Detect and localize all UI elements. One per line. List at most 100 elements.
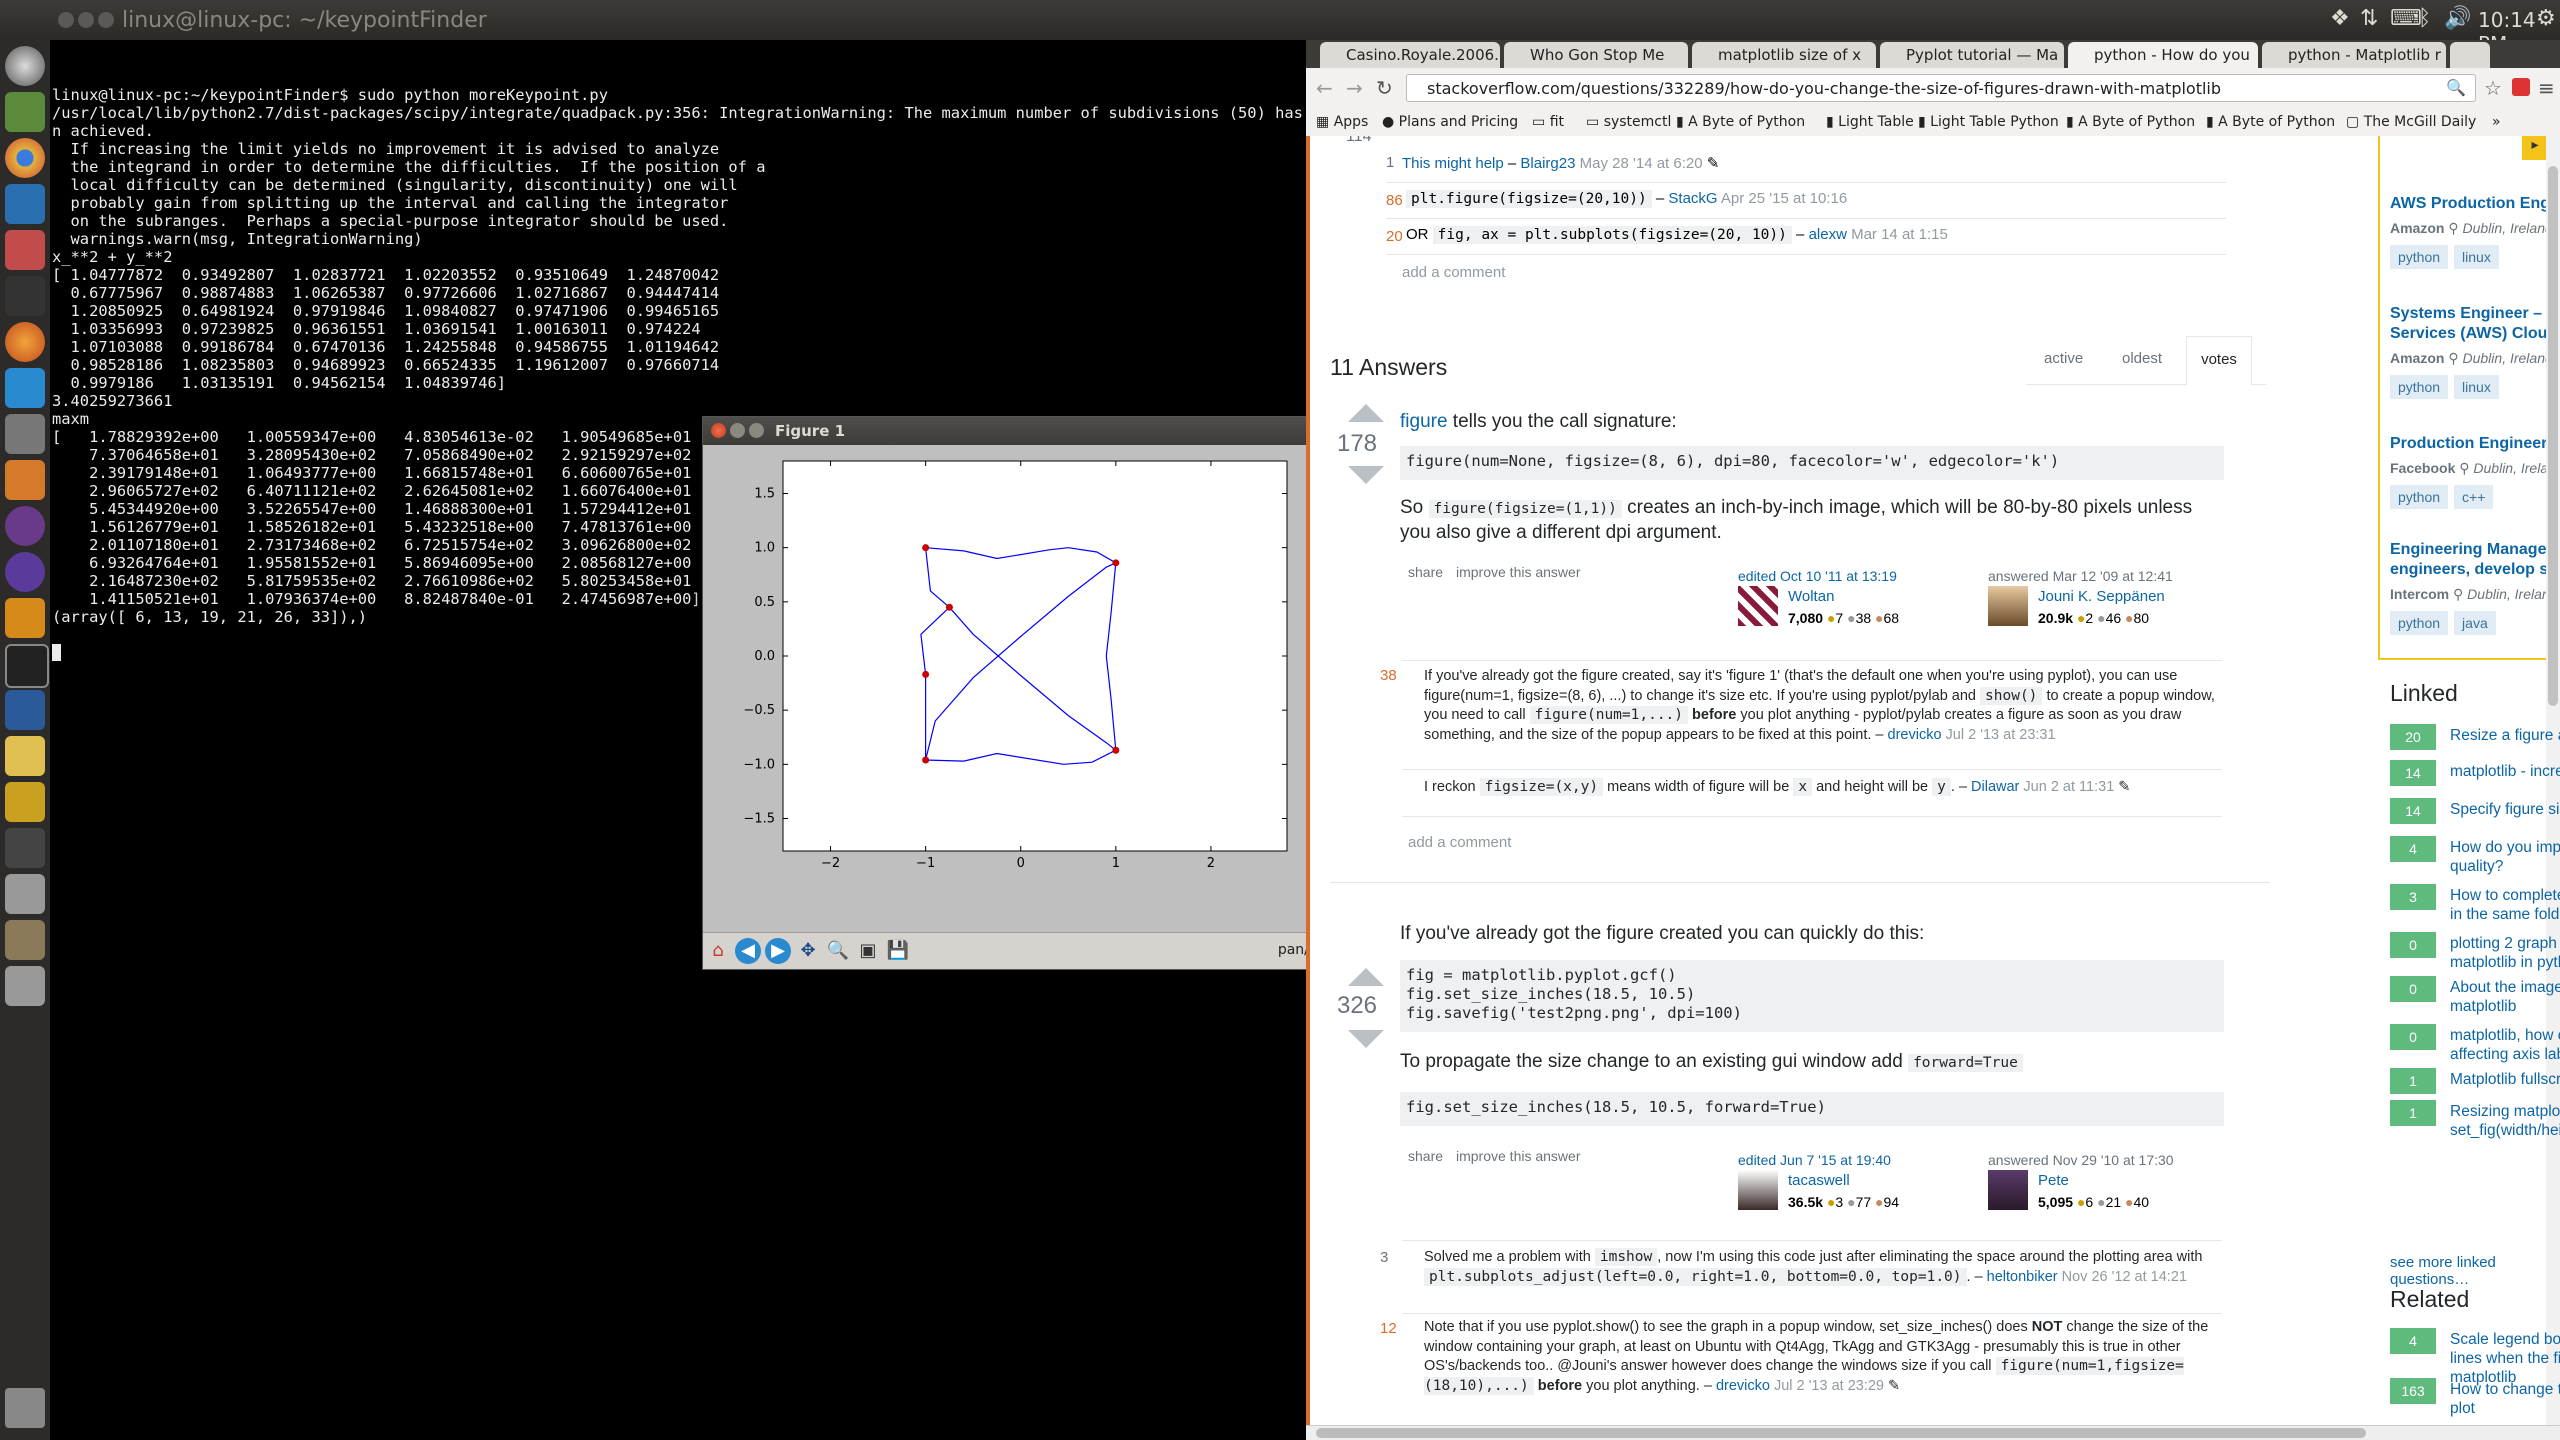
monitor-icon[interactable] bbox=[5, 644, 49, 688]
share-link[interactable]: share bbox=[1408, 564, 1443, 580]
trash-icon[interactable] bbox=[5, 1388, 45, 1428]
avatar[interactable] bbox=[1738, 1170, 1778, 1210]
figure-maximize-button[interactable] bbox=[749, 423, 764, 438]
editor-name[interactable]: Woltan bbox=[1788, 588, 1834, 605]
bookmark-mcgill-daily[interactable]: ▢ The McGill Daily bbox=[2346, 114, 2476, 130]
linked-title[interactable]: How do you improve matplotl quality? bbox=[2450, 838, 2560, 876]
back-button[interactable]: ← bbox=[1316, 76, 1333, 100]
drive-icon[interactable] bbox=[5, 874, 45, 914]
figure-close-button[interactable] bbox=[711, 423, 726, 438]
tab-matplotlib-size[interactable]: matplotlib size of x bbox=[1692, 42, 1876, 68]
linked-title[interactable]: matplotlib, how change plot affecting ax… bbox=[2450, 1026, 2560, 1064]
maximize-window-button[interactable] bbox=[98, 12, 114, 28]
bluetooth-icon[interactable]: ᛒ bbox=[2418, 6, 2431, 31]
improve-answer-link[interactable]: improve this answer bbox=[1456, 1148, 1581, 1164]
forward-icon[interactable]: ▶ bbox=[765, 938, 791, 964]
job-card[interactable]: Engineering Manager - Mentor a engineers… bbox=[2390, 540, 2560, 635]
tab-python-how-do-you[interactable]: python - How do you bbox=[2068, 42, 2258, 68]
pan-icon[interactable]: ✥ bbox=[795, 938, 821, 964]
share-link[interactable]: share bbox=[1408, 1148, 1443, 1164]
job-card[interactable]: Production Engineer Facebook ⚲ Dublin, I… bbox=[2390, 434, 2560, 509]
page-scrollbar[interactable] bbox=[2546, 136, 2560, 1426]
notes-icon[interactable] bbox=[5, 736, 45, 776]
jobs-scroll-icon[interactable]: ▸ bbox=[2522, 136, 2548, 160]
close-window-button[interactable] bbox=[58, 12, 74, 28]
horizontal-scrollbar[interactable] bbox=[1306, 1425, 2560, 1440]
linked-title[interactable]: matplotlib - increase resoluti bbox=[2450, 762, 2560, 781]
linked-title[interactable]: About the image size that ge matplotlib bbox=[2450, 978, 2560, 1016]
tag[interactable]: python bbox=[2390, 485, 2449, 509]
terminal-app-icon[interactable] bbox=[5, 92, 45, 132]
back-icon[interactable]: ◀ bbox=[735, 938, 761, 964]
bookmark-byte-of-python-1[interactable]: ▮ A Byte of Python bbox=[1676, 114, 1805, 130]
app-store-icon[interactable] bbox=[5, 368, 45, 408]
tag[interactable]: python bbox=[2390, 375, 2449, 399]
linked-title[interactable]: Resize a figure automatically bbox=[2450, 726, 2560, 745]
job-card[interactable]: Systems Engineer – Amazon Web Services (… bbox=[2390, 304, 2560, 399]
writer-icon[interactable] bbox=[5, 184, 45, 224]
dash-icon[interactable] bbox=[5, 46, 45, 86]
bookmark-fit[interactable]: ▭ fit bbox=[1532, 114, 1564, 130]
tab-votes[interactable]: votes bbox=[2186, 336, 2252, 385]
downvote-arrow[interactable] bbox=[1348, 1030, 1384, 1048]
app-blue-icon[interactable] bbox=[5, 690, 45, 730]
linked-title[interactable]: Matplotlib fullscreen not worl bbox=[2450, 1070, 2560, 1089]
forward-button[interactable]: → bbox=[1346, 76, 1363, 100]
tag[interactable]: java bbox=[2454, 611, 2496, 635]
save-icon[interactable]: 💾 bbox=[885, 938, 911, 964]
tools-icon[interactable] bbox=[5, 414, 45, 454]
see-more-linked[interactable]: see more linked questions… bbox=[2390, 1254, 2560, 1288]
wave-icon[interactable] bbox=[5, 782, 45, 822]
bookmark-systemctl[interactable]: ▭ systemctl bbox=[1586, 114, 1671, 130]
volume-icon[interactable]: 🔊 bbox=[2444, 6, 2471, 31]
new-tab-button[interactable] bbox=[2450, 42, 2490, 68]
linked-title[interactable]: How to complete this python in the same … bbox=[2450, 886, 2560, 924]
avatar[interactable] bbox=[1738, 586, 1778, 626]
figure-minimize-button[interactable] bbox=[730, 423, 745, 438]
bookmark-light-table-python[interactable]: ▮ Light Table Python bbox=[1918, 114, 2059, 130]
chrome-icon[interactable] bbox=[5, 138, 45, 178]
zoom-icon[interactable]: 🔍 bbox=[825, 938, 851, 964]
app-orange-icon[interactable] bbox=[5, 460, 45, 500]
bookmark-star-icon[interactable]: ☆ bbox=[2484, 76, 2502, 100]
tab-casino[interactable]: Casino.Royale.2006. bbox=[1320, 42, 1500, 68]
editor-name[interactable]: tacaswell bbox=[1788, 1172, 1850, 1189]
bookmark-apps[interactable]: ▦ Apps bbox=[1316, 114, 1368, 130]
job-card[interactable]: AWS Production Engineer Amazon ⚲ Dublin,… bbox=[2390, 194, 2560, 269]
author-name[interactable]: Pete bbox=[2038, 1172, 2069, 1189]
avatar[interactable] bbox=[1988, 1170, 2028, 1210]
figure-window[interactable]: Figure 1 −2 −1 0 1 2 1.5 1.0 0.5 0.0 −0.5 −1.0 −1.5… bbox=[702, 416, 1354, 970]
tab-oldest[interactable]: oldest bbox=[2122, 350, 2162, 367]
linked-title[interactable]: Specify figure size in centime bbox=[2450, 800, 2560, 819]
plot-canvas[interactable]: −2 −1 0 1 2 1.5 1.0 0.5 0.0 −0.5 −1.0 −1.5 bbox=[703, 445, 1353, 933]
horizontal-scrollbar-thumb[interactable] bbox=[1316, 1428, 2366, 1438]
drive2-icon[interactable] bbox=[5, 966, 45, 1006]
stackoverflow-page[interactable]: 114 1 This might help – Blairg23 May 28 … bbox=[1306, 136, 2560, 1426]
tag[interactable]: python bbox=[2390, 245, 2449, 269]
bookmarks-more[interactable]: » bbox=[2492, 114, 2501, 130]
address-bar[interactable]: stackoverflow.com/questions/332289/how-d… bbox=[1406, 74, 2476, 102]
extension-icon[interactable] bbox=[2512, 78, 2530, 96]
configure-icon[interactable]: ▣ bbox=[855, 938, 881, 964]
menu-icon[interactable]: ≡ bbox=[2538, 76, 2555, 100]
bookmark-byte-of-python-3[interactable]: ▮ A Byte of Python bbox=[2206, 114, 2335, 130]
home-icon[interactable]: ⌂ bbox=[705, 938, 731, 964]
tab-pyplot-tutorial[interactable]: Pyplot tutorial — Ma bbox=[1880, 42, 2064, 68]
browser-window[interactable]: Casino.Royale.2006. Who Gon Stop Me matp… bbox=[1306, 40, 2560, 1440]
avatar[interactable] bbox=[1988, 586, 2028, 626]
tab-who-gon-stop-me[interactable]: Who Gon Stop Me bbox=[1504, 42, 1688, 68]
tab-python-matplotlib[interactable]: python - Matplotlib r bbox=[2262, 42, 2446, 68]
screen-icon[interactable] bbox=[5, 828, 45, 868]
steam-icon[interactable] bbox=[5, 276, 45, 316]
app-amber-icon[interactable] bbox=[5, 598, 45, 638]
tag[interactable]: linux bbox=[2454, 375, 2499, 399]
keyboard-icon[interactable]: ⌨ bbox=[2390, 6, 2422, 31]
downvote-arrow[interactable] bbox=[1348, 466, 1384, 484]
linked-title[interactable]: Resizing matplotlib figure wi set_fig(wi… bbox=[2450, 1102, 2560, 1140]
figure-titlebar[interactable]: Figure 1 bbox=[703, 417, 1353, 445]
upvote-arrow[interactable] bbox=[1348, 404, 1384, 422]
related-title[interactable]: Scale legend box border, da lines when t… bbox=[2450, 1330, 2560, 1387]
reload-button[interactable]: ↻ bbox=[1376, 76, 1393, 100]
tag[interactable]: linux bbox=[2454, 245, 2499, 269]
app-purple2-icon[interactable] bbox=[5, 552, 45, 592]
